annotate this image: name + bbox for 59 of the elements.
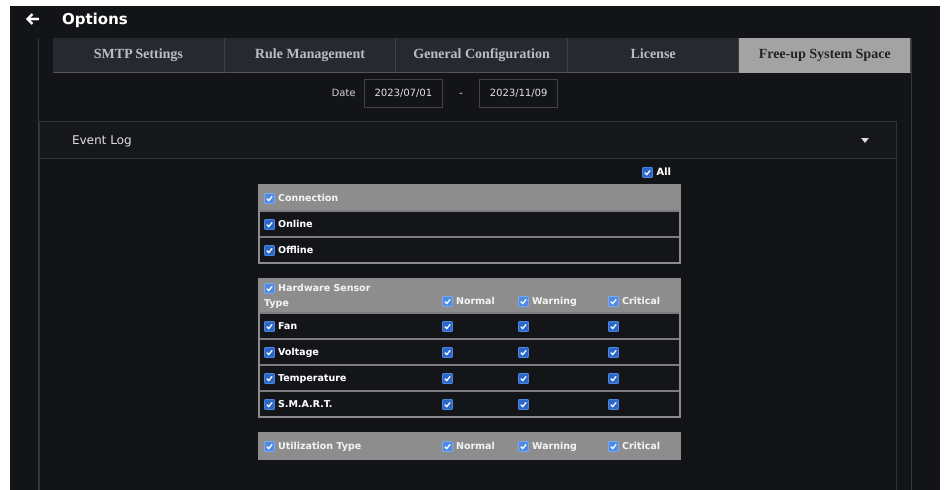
window-title: Options [62,10,128,28]
tab[interactable]: Free-up System Space [739,38,911,73]
checkbox[interactable] [442,372,453,384]
tab[interactable]: SMTP Settings [53,38,225,73]
group-title: Connection [278,192,338,204]
section-header[interactable]: Event Log [40,122,896,159]
checkbox[interactable] [442,398,453,410]
column-header: Type [264,298,290,309]
checkbox[interactable] [608,320,619,332]
checkbox[interactable] [264,218,275,230]
start-date-field[interactable]: 2023/07/01 [364,78,444,108]
date-label: Date [332,88,356,98]
range-separator: - [459,88,463,98]
checkbox-label: Online [278,218,313,230]
column-header: Critical [622,296,660,307]
group-title: Utilization Type [278,440,362,452]
caret-icon [860,136,870,144]
checkbox[interactable] [442,346,453,358]
back-arrow-icon[interactable] [26,13,40,25]
column-header: Normal [456,296,495,307]
tab[interactable]: License [568,38,740,73]
end-date-field[interactable]: 2023/11/09 [478,78,558,108]
checkbox-label: Temperature [278,372,346,384]
column-header: Critical [622,440,660,452]
column-header: Warning [532,296,577,307]
group-title: Hardware Sensor [278,283,370,294]
checkbox[interactable] [442,440,453,452]
checkbox[interactable] [264,320,275,332]
checkbox[interactable] [518,320,529,332]
checkbox[interactable] [608,346,619,358]
checkbox[interactable] [608,440,619,452]
checkbox[interactable] [264,192,275,204]
checkbox[interactable] [518,296,529,307]
section-title: Event Log [72,133,132,147]
checkbox[interactable] [264,372,275,384]
column-header: Warning [532,440,577,452]
checkbox[interactable] [518,346,529,358]
checkbox[interactable] [442,296,453,307]
checkbox[interactable] [264,244,275,256]
column-header: Normal [456,440,495,452]
checkbox[interactable] [442,320,453,332]
checkbox[interactable] [264,398,275,410]
checkbox-label: Fan [278,320,298,332]
tab[interactable]: Rule Management [224,38,396,73]
checkbox[interactable] [264,440,275,452]
checkbox[interactable] [518,398,529,410]
checkbox[interactable] [642,167,654,178]
checkbox-label: Voltage [278,346,319,358]
checkbox-label: Offline [278,244,314,256]
checkbox[interactable] [608,372,619,384]
checkbox[interactable] [518,372,529,384]
checkbox-label: S.M.A.R.T. [278,398,332,410]
checkbox[interactable] [264,346,275,358]
tab[interactable]: General Configuration [396,38,568,73]
checkbox[interactable] [608,398,619,410]
checkbox[interactable] [608,296,619,307]
checkbox[interactable] [264,283,275,294]
checkbox-label: All [656,167,671,178]
checkbox[interactable] [518,440,529,452]
